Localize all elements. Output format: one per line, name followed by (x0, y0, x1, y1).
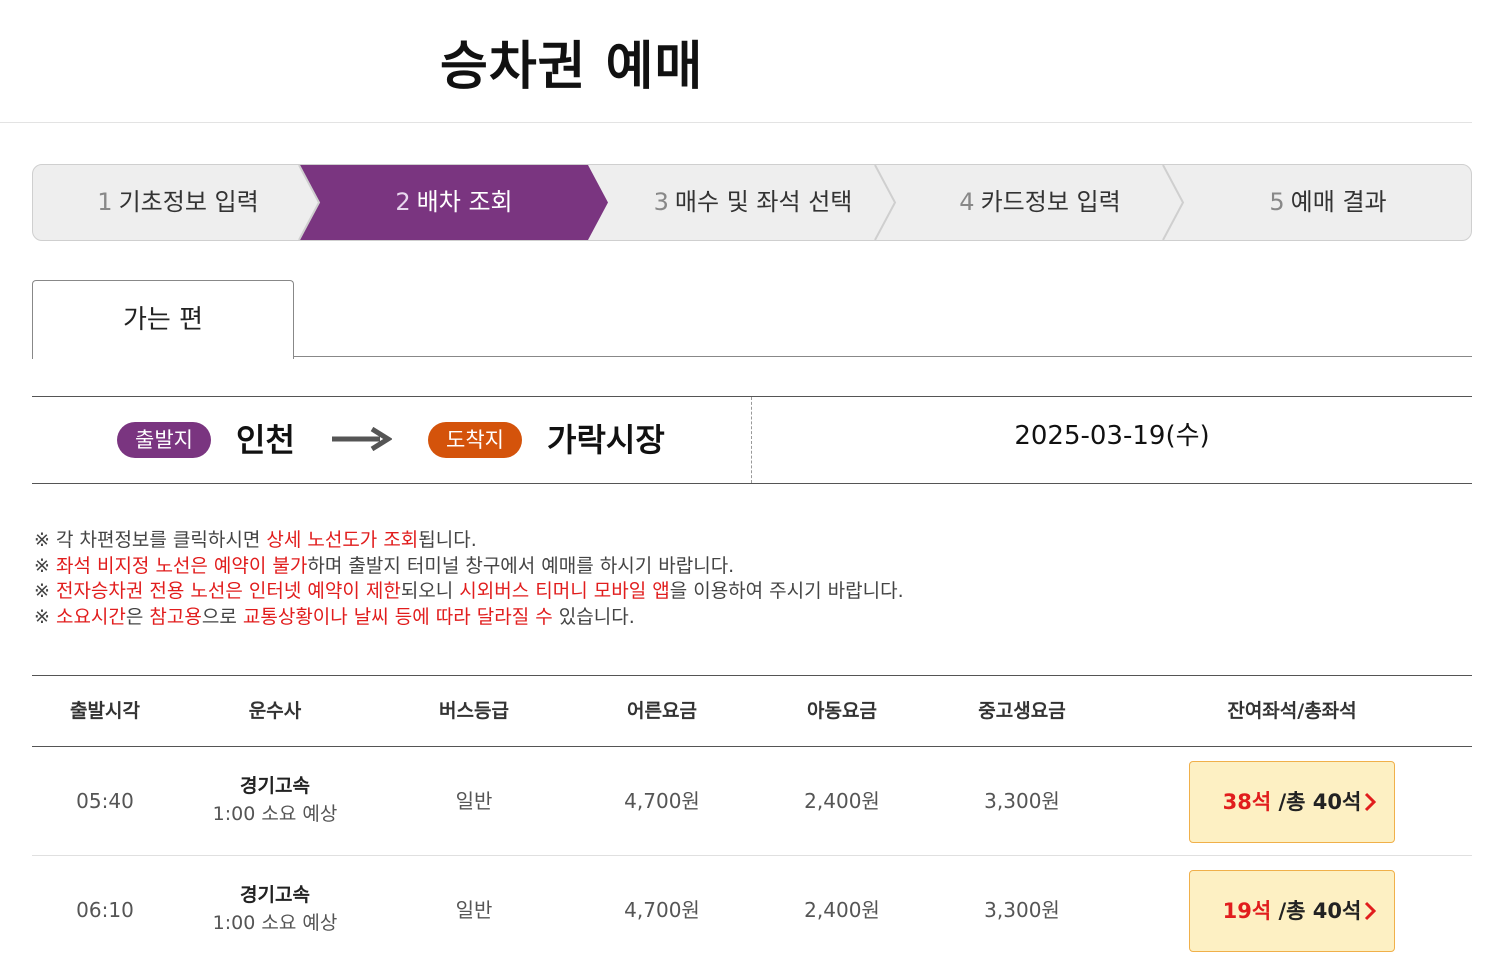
total-seats: /총 40석 (1271, 899, 1362, 923)
departure-badge: 출발지 (117, 422, 211, 458)
child-fare: 2,400원 (804, 789, 880, 813)
step-5: 5 예매 결과 (1269, 188, 1387, 216)
seat-select-button[interactable]: 38석 /총 40석 (1189, 761, 1395, 843)
table-row[interactable]: 06:10 경기고속 1:00 소요 예상 일반 4,700원 2,400원 3… (32, 856, 1472, 959)
chevron-right-icon (1364, 792, 1376, 812)
tab-underline (293, 356, 1472, 357)
notice-item: ※ 좌석 비지정 노선은 예약이 불가하며 출발지 터미널 창구에서 예매를 하… (34, 554, 735, 577)
table-row[interactable]: 05:40 경기고속 1:00 소요 예상 일반 4,700원 2,400원 3… (32, 747, 1472, 856)
table-header: 출발시각 운수사 버스등급 어른요금 아동요금 중고생요금 잔여좌석/총좌석 (32, 675, 1472, 747)
company-cell: 경기고속 1:00 소요 예상 (178, 773, 372, 829)
schedule-table: 출발시각 운수사 버스등급 어른요금 아동요금 중고생요금 잔여좌석/총좌석 0… (32, 675, 1472, 959)
col-bus-class: 버스등급 (439, 700, 509, 722)
remaining-seats: 38석 (1222, 790, 1272, 814)
col-student-fare: 중고생요금 (978, 700, 1066, 722)
page: 승차권 예매 1 기초정보 입력 2 배차 조회 3 매수 및 좌석 선택 4 카드정보… (0, 0, 1494, 959)
departure-terminal: 인천 (236, 421, 295, 459)
arrival-terminal: 가락시장 (547, 421, 665, 459)
col-seats: 잔여좌석/총좌석 (1227, 700, 1357, 722)
departure-time: 06:10 (76, 898, 134, 922)
col-departure-time: 출발시각 (70, 700, 140, 722)
step-2-active: 2 배차 조회 (395, 188, 513, 216)
company-name: 경기고속 (240, 884, 310, 906)
child-fare: 2,400원 (804, 898, 880, 922)
student-fare: 3,300원 (984, 789, 1060, 813)
bus-class: 일반 (455, 789, 493, 813)
col-company: 운수사 (248, 700, 302, 722)
step-3: 3 매수 및 좌석 선택 (653, 188, 853, 216)
step-1: 1 기초정보 입력 (97, 188, 259, 216)
route-summary: 출발지 인천 도착지 가락시장 2025-03-19(수) (32, 396, 1472, 484)
seat-select-button[interactable]: 19석 /총 40석 (1189, 870, 1395, 952)
estimated-duration: 1:00 소요 예상 (212, 803, 338, 825)
step-4: 4 카드정보 입력 (959, 188, 1121, 216)
departure-date: 2025-03-19(수) (1014, 421, 1210, 451)
col-child-fare: 아동요금 (807, 700, 877, 722)
adult-fare: 4,700원 (624, 898, 700, 922)
arrow-right-icon (332, 427, 392, 451)
progress-steps: 1 기초정보 입력 2 배차 조회 3 매수 및 좌석 선택 4 카드정보 입력 5 예매… (32, 164, 1472, 241)
chevron-right-icon (1364, 901, 1376, 921)
estimated-duration: 1:00 소요 예상 (212, 912, 338, 934)
notice-item: ※ 각 차편정보를 클릭하시면 상세 노선도가 조회됩니다. (34, 529, 477, 551)
remaining-seats: 19석 (1222, 899, 1272, 923)
notice-list: ※ 각 차편정보를 클릭하시면 상세 노선도가 조회됩니다. ※ 좌석 비지정 … (34, 528, 1434, 630)
col-adult-fare: 어른요금 (627, 700, 697, 722)
arrival-badge: 도착지 (428, 422, 522, 458)
departure-time: 05:40 (76, 789, 134, 813)
company-name: 경기고속 (240, 775, 310, 797)
notice-item: ※ 전자승차권 전용 노선은 인터넷 예약이 제한되오니 시외버스 티머니 모바… (34, 580, 904, 602)
adult-fare: 4,700원 (624, 789, 700, 813)
page-header: 승차권 예매 (0, 0, 1472, 123)
company-cell: 경기고속 1:00 소요 예상 (178, 882, 372, 938)
notice-item: ※ 소요시간은 참고용으로 교통상황이나 날씨 등에 따라 달라질 수 있습니다… (34, 605, 635, 628)
tab-outbound[interactable]: 가는 편 (32, 280, 294, 359)
student-fare: 3,300원 (984, 898, 1060, 922)
page-title: 승차권 예매 (440, 37, 704, 97)
bus-class: 일반 (455, 898, 493, 922)
total-seats: /총 40석 (1271, 790, 1362, 814)
